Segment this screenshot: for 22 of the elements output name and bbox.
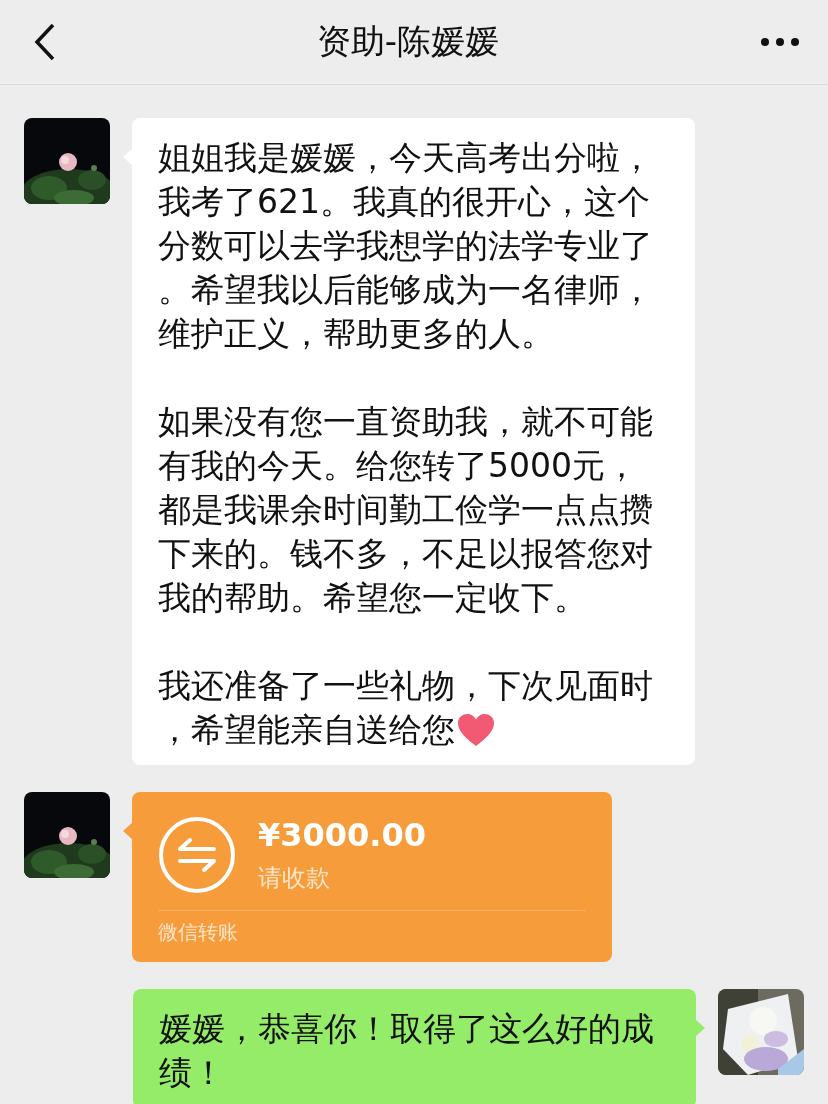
message-line: 都是我课余时间勤工俭学一点点攒: [158, 489, 653, 531]
message-line: 维护正义，帮助更多的人。: [158, 313, 554, 355]
chat-title: 资助-陈媛媛: [316, 20, 500, 63]
transfer-label: 微信转账: [158, 910, 586, 946]
transfer-note: 请收款: [258, 863, 331, 894]
message-line: 我考了621。我真的很开心，这个: [158, 181, 650, 223]
transfer-icon: [158, 816, 236, 894]
message-line: 姐姐我是媛媛，今天高考出分啦，: [158, 137, 653, 179]
transfer-card[interactable]: ¥3000.00 请收款 微信转账: [132, 792, 612, 962]
message-line: 分数可以去学我想学的法学专业了: [158, 225, 653, 267]
back-icon[interactable]: [34, 23, 56, 61]
message-line: 如果没有您一直资助我，就不可能: [158, 401, 653, 443]
message-line: ，希望能亲自送给您: [158, 709, 455, 751]
more-icon[interactable]: [760, 37, 800, 47]
message-line: 我还准备了一些礼物，下次见面时: [158, 665, 653, 707]
message-line: 媛媛，恭喜你！取得了这么好的成: [159, 1008, 654, 1050]
message-line: 有我的今天。给您转了5000元，: [158, 445, 638, 487]
message-line: 下来的。钱不多，不足以报答您对: [158, 533, 653, 575]
message-line: 绩！: [159, 1052, 225, 1094]
message-line: 我的帮助。希望您一定收下。: [158, 577, 587, 619]
transfer-amount: ¥3000.00: [258, 816, 426, 854]
message-line: 。希望我以后能够成为一名律师，: [158, 269, 653, 311]
